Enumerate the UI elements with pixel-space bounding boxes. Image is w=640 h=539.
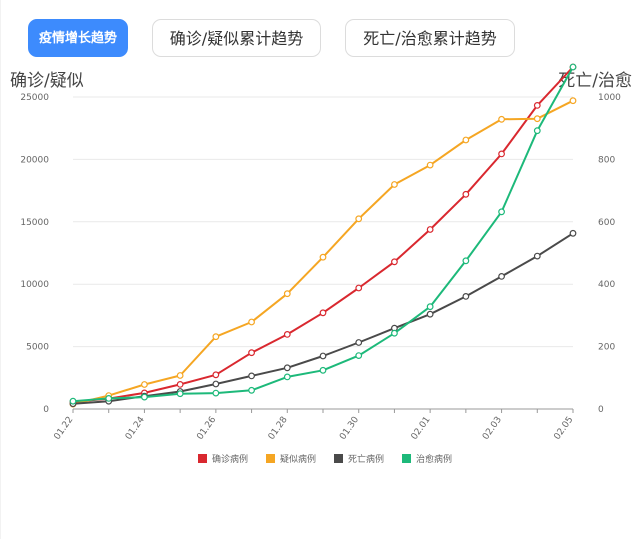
data-point-series-0 (319, 309, 327, 317)
legend-label-1: 疑似病例 (280, 453, 316, 465)
x-tick-label: 01.28 (267, 415, 290, 442)
data-point-series-0 (212, 371, 220, 379)
x-tick-label: 02.05 (552, 415, 575, 442)
legend-swatch-2 (334, 454, 343, 463)
legend-swatch-1 (266, 454, 275, 463)
left-tick-label: 5000 (26, 343, 49, 353)
data-point-series-1 (426, 161, 434, 169)
data-point-series-3 (212, 389, 220, 397)
data-point-series-2 (212, 380, 220, 388)
data-point-series-0 (498, 150, 505, 158)
data-point-series-0 (176, 381, 184, 388)
data-point-series-1 (141, 381, 148, 388)
data-point-series-0 (283, 331, 291, 338)
tab-death-cured-trend[interactable]: 死亡/治愈累计趋势 (345, 19, 515, 57)
data-point-series-0 (391, 258, 398, 266)
data-point-series-3 (426, 303, 434, 311)
data-point-series-2 (319, 352, 327, 360)
data-point-series-0 (355, 284, 363, 292)
data-point-series-3 (569, 63, 577, 71)
data-point-series-2 (533, 252, 541, 260)
data-point-series-2 (355, 339, 363, 346)
data-point-series-1 (498, 115, 505, 123)
data-point-series-3 (176, 390, 184, 398)
right-tick-label: 800 (598, 155, 615, 165)
data-point-series-1 (533, 115, 541, 123)
x-tick-label: 01.22 (52, 415, 75, 442)
data-point-series-0 (462, 190, 470, 198)
data-point-series-0 (426, 226, 434, 233)
data-point-series-2 (462, 292, 470, 300)
left-tick-label: 15000 (20, 218, 49, 228)
left-tick-label: 20000 (20, 155, 49, 165)
left-tick-label: 0 (43, 405, 49, 415)
legend-label-0: 确诊病例 (212, 453, 248, 465)
data-point-series-3 (498, 208, 505, 216)
right-tick-label: 400 (598, 280, 615, 290)
x-tick-label: 01.30 (338, 415, 361, 442)
legend-label-2: 死亡病例 (348, 453, 384, 465)
tab-confirmed-suspected-trend[interactable]: 确诊/疑似累计趋势 (152, 19, 321, 57)
left-tick-label: 10000 (20, 280, 49, 290)
data-point-series-3 (355, 352, 363, 360)
data-point-series-1 (462, 136, 470, 144)
trend-chart: 确诊/疑似 死亡/治愈050001000015000200002500002004… (10, 63, 632, 465)
data-point-series-3 (283, 373, 291, 381)
x-tick-label: 01.24 (124, 415, 147, 442)
data-point-series-3 (533, 127, 541, 135)
data-point-series-1 (355, 215, 363, 223)
data-point-series-2 (283, 364, 291, 372)
x-tick-label: 02.01 (410, 415, 433, 442)
data-point-series-1 (248, 318, 255, 326)
right-tick-label: 600 (598, 218, 615, 228)
data-point-series-2 (569, 229, 577, 237)
data-point-series-1 (212, 333, 220, 341)
right-tick-label: 200 (598, 343, 615, 353)
data-point-series-1 (569, 97, 577, 105)
right-tick-label: 1000 (598, 93, 621, 103)
data-point-series-3 (141, 393, 148, 401)
data-point-series-0 (248, 349, 255, 357)
left-axis-title: 确诊/疑似 (10, 71, 84, 91)
data-point-series-1 (391, 181, 398, 188)
legend-label-3: 治愈病例 (416, 453, 452, 465)
data-point-series-3 (391, 329, 398, 337)
x-tick-label: 02.03 (481, 415, 504, 442)
data-point-series-3 (462, 257, 470, 265)
data-point-series-3 (105, 395, 113, 402)
data-point-series-3 (248, 386, 255, 394)
data-point-series-1 (283, 290, 291, 298)
data-point-series-3 (69, 397, 77, 405)
right-tick-label: 0 (598, 405, 604, 415)
data-point-series-1 (176, 372, 184, 379)
left-tick-label: 25000 (20, 93, 49, 103)
legend-swatch-3 (402, 454, 411, 463)
series-line-3 (72, 66, 574, 403)
data-point-series-3 (319, 366, 327, 374)
tab-growth-trend[interactable]: 疫情增长趋势 (28, 19, 128, 57)
data-point-series-1 (319, 253, 327, 261)
data-point-series-2 (248, 372, 255, 380)
data-point-series-2 (426, 310, 434, 318)
data-point-series-0 (533, 102, 541, 109)
legend-swatch-0 (198, 454, 207, 463)
data-point-series-2 (498, 272, 505, 280)
x-tick-label: 01.26 (195, 415, 218, 442)
series-line-0 (72, 66, 574, 403)
